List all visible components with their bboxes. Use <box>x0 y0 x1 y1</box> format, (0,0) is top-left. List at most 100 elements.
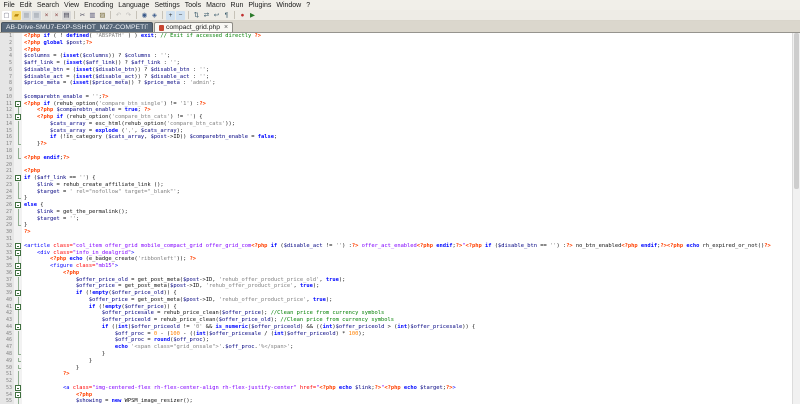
menu-item-encoding[interactable]: Encoding <box>82 2 116 9</box>
code-line[interactable]: $disable_btn = (isset($disable_btn)) ? $… <box>22 67 209 74</box>
find-icon[interactable]: ◉ <box>140 11 149 20</box>
code-line[interactable]: <?php <box>22 392 92 399</box>
fold-toggle-icon[interactable] <box>15 269 21 276</box>
undo-icon[interactable]: ↶ <box>114 11 123 20</box>
menu-item-macro[interactable]: Macro <box>204 2 228 9</box>
menu-item-tools[interactable]: Tools <box>182 2 203 9</box>
code-line[interactable]: $comparebtn_enable = '';?> <box>22 94 108 101</box>
code-line[interactable]: }?> <box>22 141 47 148</box>
copy-icon[interactable]: ▥ <box>88 11 97 20</box>
menu-item-edit[interactable]: Edit <box>17 2 34 9</box>
fold-toggle-icon[interactable] <box>15 249 21 256</box>
new-file-icon[interactable]: ▢ <box>2 10 11 20</box>
code-line[interactable]: <?php echo (e_badge_create('ribbonleft')… <box>22 256 196 263</box>
code-line[interactable]: <?php if ( ! defined( 'ABSPATH' ) ) exit… <box>22 33 261 40</box>
fold-toggle-icon[interactable] <box>15 202 21 209</box>
menu-item-search[interactable]: Search <box>34 2 61 9</box>
code-line[interactable]: $link = rehub_create_affiliate_link (); <box>22 182 164 189</box>
menu-item-view[interactable]: View <box>62 2 82 9</box>
code-line[interactable]: $price_meta = (isset($price_meta)) ? $pr… <box>22 80 216 87</box>
code-line[interactable]: <?php endif;?> <box>22 155 69 162</box>
code-line[interactable]: $cats_array = explode (',', $cats_array)… <box>22 128 183 135</box>
code-line[interactable]: $columns = (isset($columns)) ? $columns … <box>22 53 170 60</box>
menu-item-file[interactable]: File <box>1 2 17 9</box>
fold-toggle-icon[interactable] <box>15 290 21 297</box>
paste-icon[interactable]: ▨ <box>98 11 107 20</box>
code-line[interactable]: } <box>22 195 27 202</box>
menu-item-help[interactable]: ? <box>304 2 313 9</box>
print-icon[interactable]: ▤ <box>62 10 71 20</box>
code-line[interactable]: if (!in_category ($cats_array, $post->ID… <box>22 134 277 141</box>
code-line[interactable]: $disable_act = (isset($disable_act)) ? $… <box>22 74 209 81</box>
menu-item-settings[interactable]: Settings <box>152 2 182 9</box>
code-line[interactable]: echo '<span class="grid_onsale">'.$off_p… <box>22 344 294 351</box>
fold-toggle-icon[interactable] <box>15 391 21 398</box>
code-line[interactable]: } <box>22 358 92 365</box>
code-line[interactable]: <a class="img-centered-flex rh-flex-cent… <box>22 385 456 392</box>
tab-close-icon[interactable]: × <box>224 24 228 31</box>
code-line[interactable]: $offer_price = get_post_meta($post->ID, … <box>22 283 319 290</box>
fold-toggle-icon[interactable] <box>15 100 21 107</box>
code-line[interactable]: <?php if (rehub_option('compare_btn_cats… <box>22 114 203 121</box>
zoom-in-icon[interactable]: + <box>166 10 175 20</box>
code-line[interactable]: <?php global $post;?> <box>22 40 92 47</box>
open-folder-icon[interactable]: ▰ <box>12 10 21 20</box>
tab-ab-drive-smu7-exp-sshot-m27-competitive-wi[interactable]: AB-Drive-SMU7-EXP-SSHOT_M27-COMPETITIVE-… <box>1 22 153 32</box>
code-line[interactable]: $link = get_the_permalink(); <box>22 209 128 216</box>
code-line[interactable]: $showing = new WPSM_image_resizer(); <box>22 398 193 404</box>
replace-icon[interactable]: ◈ <box>150 11 159 20</box>
code-line[interactable]: $offer_price_old = get_post_meta($post->… <box>22 277 345 284</box>
menu-item-language[interactable]: Language <box>116 2 152 9</box>
code-line[interactable]: <div class="info_in_dealgrid"> <box>22 250 134 257</box>
code-line[interactable]: if (!empty($offer_price_old)) { <box>22 290 177 297</box>
code-line[interactable]: } <box>22 365 79 372</box>
code-line[interactable]: if ((int)$offer_priceold != '0' && is_nu… <box>22 324 475 331</box>
menu-item-plugins[interactable]: Plugins <box>246 2 274 9</box>
code-line[interactable]: $off_proc = round($off_proc); <box>22 337 209 344</box>
code-line[interactable]: if ($aff_link == '') { <box>22 175 95 182</box>
fold-toggle-icon[interactable] <box>15 323 21 330</box>
code-line[interactable]: $aff_link = (isset($aff_link)) ? $aff_li… <box>22 60 180 67</box>
tab-compact-grid-php[interactable]: compact_grid.php × <box>154 22 234 32</box>
vertical-scrollbar[interactable] <box>792 33 800 404</box>
code-line[interactable]: $offer_priceold = rehub_price_clean($off… <box>22 317 394 324</box>
code-line[interactable] <box>22 236 24 243</box>
fold-toggle-icon[interactable] <box>15 242 21 249</box>
code-line[interactable]: <?php <box>22 168 40 175</box>
close-all-icon[interactable]: × <box>52 10 61 20</box>
save-icon[interactable]: ▦ <box>22 10 31 20</box>
code-line[interactable]: $cats_array = esc_html(rehub_option('com… <box>22 121 235 128</box>
fold-toggle-icon[interactable] <box>15 114 21 121</box>
code-area[interactable]: 1 <?php if ( ! defined( 'ABSPATH' ) ) exi… <box>0 33 792 404</box>
scrollbar-thumb[interactable] <box>794 33 799 189</box>
code-line[interactable]: ?> <box>22 229 31 236</box>
code-line[interactable] <box>22 87 24 94</box>
code-line[interactable]: <?php <box>22 47 40 54</box>
save-all-icon[interactable]: ▦ <box>32 10 41 20</box>
code-line[interactable]: $offer_price = get_post_meta($post->ID, … <box>22 297 332 304</box>
menu-item-run[interactable]: Run <box>228 2 246 9</box>
code-line[interactable]: $target = ''; <box>22 216 79 223</box>
fold-toggle-icon[interactable] <box>15 303 21 310</box>
zoom-out-icon[interactable]: − <box>176 10 185 20</box>
code-line[interactable]: <?php <box>22 270 79 277</box>
word-wrap-icon[interactable]: ↩ <box>212 11 221 20</box>
code-line[interactable]: ?> <box>22 371 70 378</box>
show-all-chars-icon[interactable]: ¶ <box>222 11 231 20</box>
code-line[interactable]: <?php if (rehub_option('compare_btn_sing… <box>22 101 206 108</box>
code-line[interactable]: <figure class="mb15"> <box>22 263 118 270</box>
sync-vertical-icon[interactable]: ⇅ <box>192 11 201 20</box>
close-icon[interactable]: × <box>42 10 51 20</box>
macro-play-icon[interactable]: ▶ <box>248 11 257 20</box>
code-line[interactable]: <article class="col_item offer_grid mobi… <box>22 243 771 250</box>
fold-toggle-icon[interactable] <box>15 263 21 270</box>
code-line[interactable]: else { <box>22 202 43 209</box>
code-line[interactable] <box>22 378 24 385</box>
redo-icon[interactable]: ↷ <box>124 11 133 20</box>
code-line[interactable] <box>22 148 24 155</box>
menu-item-window[interactable]: Window <box>274 2 304 9</box>
fold-toggle-icon[interactable] <box>15 175 21 182</box>
sync-horizontal-icon[interactable]: ⇄ <box>202 11 211 20</box>
code-line[interactable]: } <box>22 222 27 229</box>
code-line[interactable]: <?php $comparebtn_enable = true; ?> <box>22 107 151 114</box>
